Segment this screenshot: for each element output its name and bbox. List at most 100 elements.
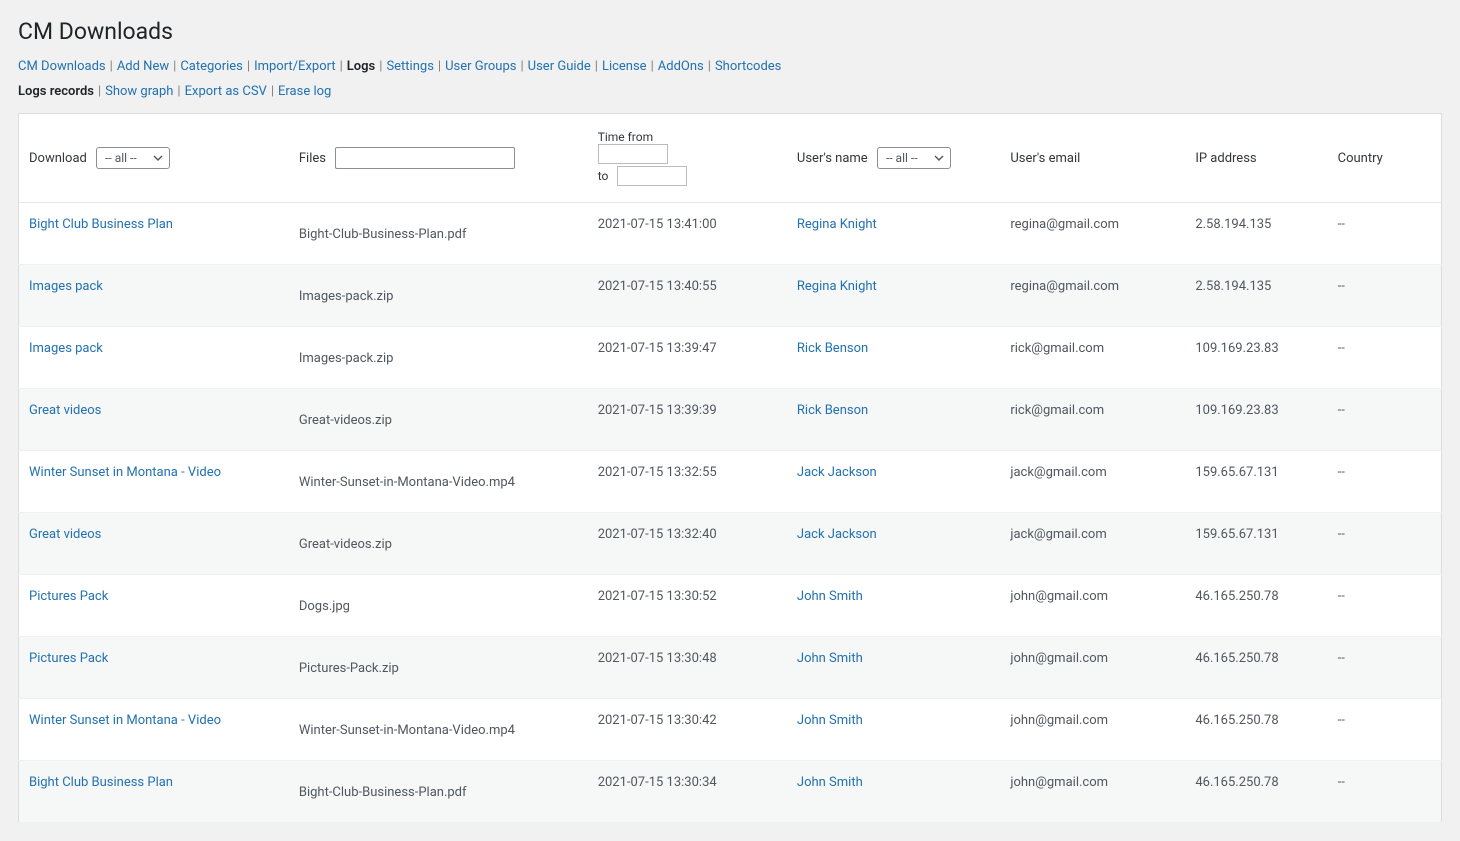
tab-import-export[interactable]: Import/Export (254, 59, 336, 74)
tab-shortcodes[interactable]: Shortcodes (715, 59, 781, 74)
download-link[interactable]: Images pack (29, 279, 103, 294)
user-link[interactable]: Rick Benson (797, 341, 868, 356)
filter-time-to-input[interactable] (617, 166, 687, 186)
email-cell: john@gmail.com (1000, 761, 1185, 823)
time-cell: 2021-07-15 13:41:00 (588, 203, 787, 265)
download-link[interactable]: Winter Sunset in Montana - Video (29, 713, 221, 728)
file-cell: Bight-Club-Business-Plan.pdf (289, 761, 588, 823)
subtab-show-graph[interactable]: Show graph (105, 84, 173, 99)
col-header-user: User's name -- all -- (787, 114, 1000, 203)
time-cell: 2021-07-15 13:30:34 (588, 761, 787, 823)
chevron-down-icon (153, 153, 163, 163)
filter-country-label: Country (1338, 151, 1383, 166)
chevron-down-icon (934, 153, 944, 163)
user-link[interactable]: Jack Jackson (797, 527, 877, 542)
filter-files-label: Files (299, 151, 326, 166)
filter-time-from-input[interactable] (598, 144, 668, 164)
country-cell: -- (1328, 265, 1442, 327)
filter-user-select[interactable]: -- all -- (877, 147, 951, 169)
user-link[interactable]: John Smith (797, 651, 863, 666)
time-cell: 2021-07-15 13:39:47 (588, 327, 787, 389)
download-link[interactable]: Bight Club Business Plan (29, 217, 173, 232)
email-cell: jack@gmail.com (1000, 451, 1185, 513)
col-header-ip: IP address (1185, 114, 1327, 203)
country-cell: -- (1328, 761, 1442, 823)
filter-user-label: User's name (797, 151, 868, 166)
email-cell: john@gmail.com (1000, 575, 1185, 637)
filter-ip-label: IP address (1195, 151, 1256, 166)
page-title: CM Downloads (18, 18, 1442, 45)
col-header-files: Files (289, 114, 588, 203)
user-link[interactable]: Regina Knight (797, 279, 877, 294)
table-row: Images packImages-pack.zip2021-07-15 13:… (19, 327, 1442, 389)
user-link[interactable]: John Smith (797, 713, 863, 728)
table-row: Pictures PackDogs.jpg2021-07-15 13:30:52… (19, 575, 1442, 637)
file-cell: Bight-Club-Business-Plan.pdf (289, 203, 588, 265)
download-link[interactable]: Great videos (29, 527, 101, 542)
filter-download-select[interactable]: -- all -- (96, 147, 170, 169)
ip-cell: 159.65.67.131 (1185, 513, 1327, 575)
email-cell: john@gmail.com (1000, 637, 1185, 699)
download-link[interactable]: Pictures Pack (29, 651, 108, 666)
subtab-erase-log[interactable]: Erase log (278, 84, 331, 99)
user-link[interactable]: John Smith (797, 775, 863, 790)
ip-cell: 46.165.250.78 (1185, 699, 1327, 761)
tab-add-new[interactable]: Add New (117, 59, 169, 74)
country-cell: -- (1328, 575, 1442, 637)
download-link[interactable]: Great videos (29, 403, 101, 418)
filter-time-to-label: to (598, 169, 613, 183)
user-link[interactable]: Jack Jackson (797, 465, 877, 480)
download-link[interactable]: Images pack (29, 341, 103, 356)
file-cell: Winter-Sunset-in-Montana-Video.mp4 (289, 451, 588, 513)
tab-cm-downloads[interactable]: CM Downloads (18, 59, 106, 74)
tab-categories[interactable]: Categories (180, 59, 243, 74)
ip-cell: 46.165.250.78 (1185, 575, 1327, 637)
tab-user-guide[interactable]: User Guide (528, 59, 591, 74)
file-cell: Pictures-Pack.zip (289, 637, 588, 699)
filter-download-label: Download (29, 151, 87, 166)
secondary-tabs: Logs records|Show graph|Export as CSV|Er… (18, 84, 1442, 99)
country-cell: -- (1328, 389, 1442, 451)
ip-cell: 109.169.23.83 (1185, 327, 1327, 389)
user-link[interactable]: John Smith (797, 589, 863, 604)
tab-license[interactable]: License (602, 59, 647, 74)
col-header-email: User's email (1000, 114, 1185, 203)
time-cell: 2021-07-15 13:30:52 (588, 575, 787, 637)
table-row: Images packImages-pack.zip2021-07-15 13:… (19, 265, 1442, 327)
table-row: Great videosGreat-videos.zip2021-07-15 1… (19, 513, 1442, 575)
tab-addons[interactable]: AddOns (658, 59, 704, 74)
filter-time-from-label: Time from (598, 130, 663, 144)
ip-cell: 159.65.67.131 (1185, 451, 1327, 513)
time-cell: 2021-07-15 13:32:40 (588, 513, 787, 575)
ip-cell: 2.58.194.135 (1185, 203, 1327, 265)
time-cell: 2021-07-15 13:30:48 (588, 637, 787, 699)
user-link[interactable]: Regina Knight (797, 217, 877, 232)
table-row: Winter Sunset in Montana - VideoWinter-S… (19, 699, 1442, 761)
time-cell: 2021-07-15 13:30:42 (588, 699, 787, 761)
email-cell: rick@gmail.com (1000, 389, 1185, 451)
table-row: Winter Sunset in Montana - Video Winter-S… (19, 451, 1442, 513)
download-link[interactable]: Winter Sunset in Montana - Video (29, 465, 221, 480)
primary-tabs: CM Downloads|Add New|Categories|Import/E… (18, 59, 1442, 74)
country-cell: -- (1328, 451, 1442, 513)
table-row: Bight Club Business Plan Bight-Club-Busin… (19, 203, 1442, 265)
email-cell: regina@gmail.com (1000, 265, 1185, 327)
col-header-time: Time from to (588, 114, 787, 203)
tab-logs[interactable]: Logs (347, 59, 375, 74)
time-cell: 2021-07-15 13:39:39 (588, 389, 787, 451)
table-row: Great videosGreat-videos.zip2021-07-15 1… (19, 389, 1442, 451)
country-cell: -- (1328, 699, 1442, 761)
tab-settings[interactable]: Settings (386, 59, 433, 74)
download-link[interactable]: Pictures Pack (29, 589, 108, 604)
col-header-country: Country (1328, 114, 1442, 203)
download-link[interactable]: Bight Club Business Plan (29, 775, 173, 790)
email-cell: john@gmail.com (1000, 699, 1185, 761)
ip-cell: 109.169.23.83 (1185, 389, 1327, 451)
tab-user-groups[interactable]: User Groups (445, 59, 516, 74)
subtab-logs-records[interactable]: Logs records (18, 84, 94, 99)
user-link[interactable]: Rick Benson (797, 403, 868, 418)
email-cell: jack@gmail.com (1000, 513, 1185, 575)
email-cell: rick@gmail.com (1000, 327, 1185, 389)
filter-files-input[interactable] (335, 147, 515, 169)
subtab-export-as-csv[interactable]: Export as CSV (185, 84, 267, 99)
